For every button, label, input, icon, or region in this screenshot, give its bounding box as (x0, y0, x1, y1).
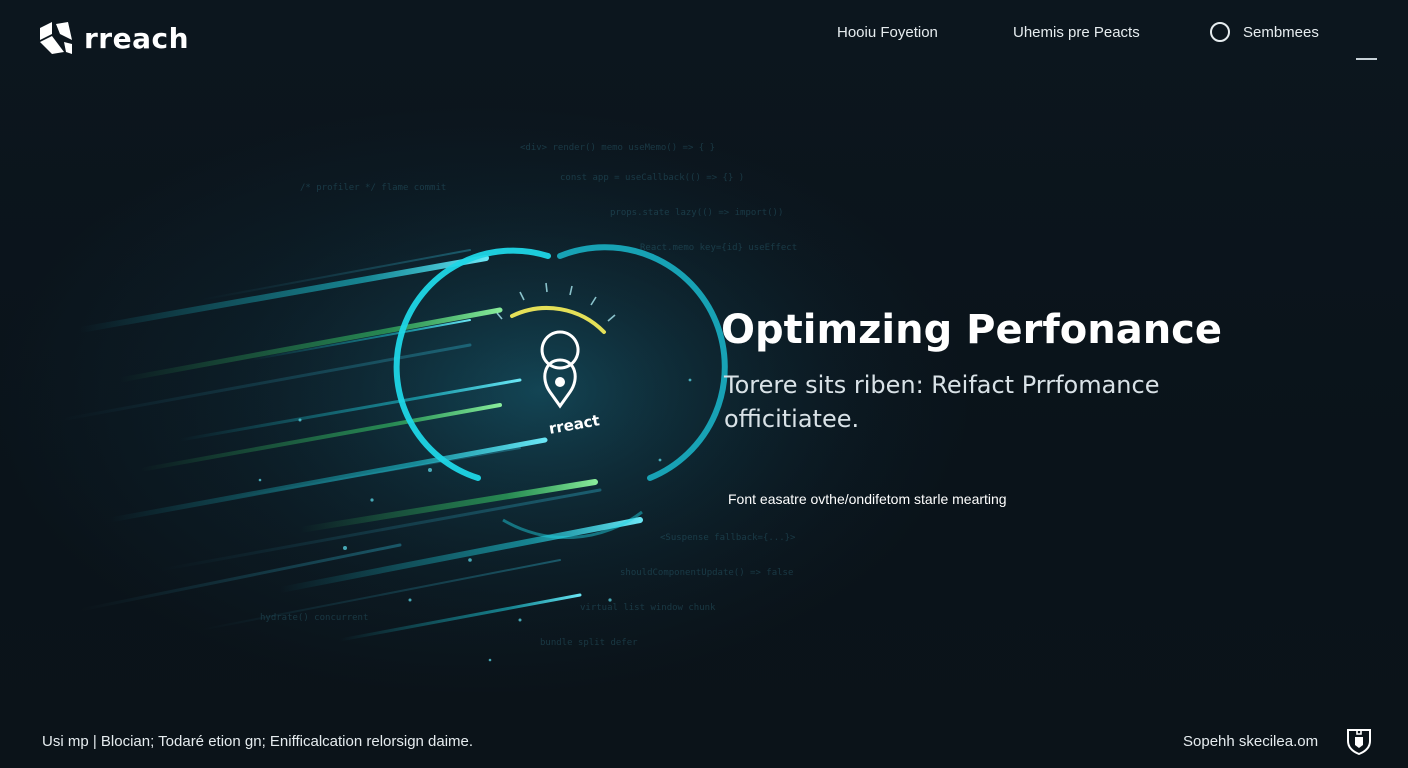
nav-account[interactable]: Sembmees (1210, 22, 1319, 42)
page-title: Optimzing Perfonance (721, 307, 1223, 353)
page: <div> render() memo useMemo() => { } con… (0, 0, 1408, 768)
svg-text:<Suspense fallback={...}>: <Suspense fallback={...}> (660, 533, 796, 543)
brand-logo[interactable]: rreach (38, 20, 189, 56)
shield-icon[interactable] (1346, 727, 1372, 755)
hero-note: Font easatre ovthe/ondifetom starle mear… (728, 491, 1007, 507)
background-art: <div> render() memo useMemo() => { } con… (58, 130, 920, 662)
nav-account-label: Sembmees (1243, 23, 1319, 41)
hero-subtitle: Torere sits riben: Reifact Prrfomance of… (724, 371, 1160, 433)
top-nav: rreach Hooiu Foyetion Uhemis pre Peacts … (0, 0, 1408, 72)
svg-text:const app = useCallback(() =>: const app = useCallback(() => {} ) (560, 173, 744, 183)
svg-text:shouldComponentUpdate() => fal: shouldComponentUpdate() => false (620, 568, 793, 578)
nav-link-2[interactable]: Uhemis pre Peacts (1013, 24, 1140, 41)
brand-name: rreach (84, 21, 190, 55)
footer-link[interactable]: Sopehh skecilea.om (1183, 733, 1318, 750)
svg-text:props.state lazy(() => import(: props.state lazy(() => import()) (610, 208, 783, 218)
brand-logo-icon (40, 22, 72, 54)
footer-text: Usi mp | Blocian; Todaré etion gn; Eniff… (42, 733, 474, 750)
menu-icon[interactable] (1356, 58, 1377, 60)
svg-text:<div> render() memo useMemo(): <div> render() memo useMemo() => { } (520, 143, 715, 153)
svg-text:bundle split defer: bundle split defer (540, 638, 638, 648)
svg-text:virtual list window chunk: virtual list window chunk (580, 603, 716, 613)
nav-link-1[interactable]: Hooiu Foyetion (837, 24, 938, 41)
circle-icon (1210, 22, 1230, 42)
svg-text:React.memo key={id} useEffect: React.memo key={id} useEffect (640, 243, 797, 253)
svg-text:/* profiler */ flame commit: /* profiler */ flame commit (300, 183, 446, 193)
